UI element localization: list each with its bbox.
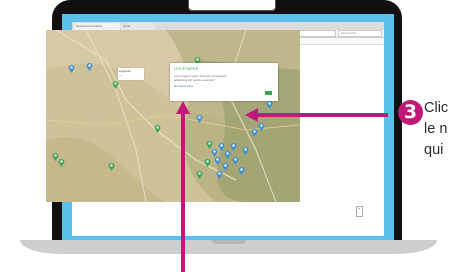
laptop-base <box>20 240 437 254</box>
map-pin[interactable] <box>258 122 265 131</box>
map-pin[interactable] <box>251 128 258 137</box>
map-pin[interactable] <box>224 150 231 159</box>
step-number-badge: 3 <box>398 100 423 125</box>
popup-link[interactable]: En savoir plus <box>174 84 274 88</box>
tab-map[interactable]: Carte <box>121 23 155 30</box>
map-pin[interactable] <box>266 100 273 109</box>
caption-line: le n <box>424 121 448 137</box>
map-pin[interactable] <box>86 62 93 71</box>
search-input[interactable]: Rechercher <box>338 30 382 37</box>
tab-active[interactable]: Découvrir la France <box>74 23 120 30</box>
map-pin[interactable] <box>222 162 229 171</box>
map-pin[interactable] <box>242 146 249 155</box>
caption-line: Clic <box>424 100 449 116</box>
annotation-arrow-vertical <box>181 112 185 272</box>
step-caption: Clic le n qui <box>424 98 448 161</box>
map-pin[interactable] <box>154 124 161 133</box>
map-pin[interactable] <box>216 170 223 179</box>
zoom-button[interactable]: + <box>356 206 363 217</box>
map-pin[interactable] <box>214 156 221 165</box>
popup-text: adipiscing elit sed do eiusmod <box>174 78 215 82</box>
map-pin[interactable] <box>196 170 203 179</box>
popup-title: LES ÉTAPES <box>174 66 199 71</box>
tab-bar: Découvrir la France Carte <box>72 22 384 30</box>
map-popup[interactable]: LES ÉTAPES Lorem ipsum dolor sit amet co… <box>170 63 278 101</box>
legend-line: — <box>119 73 122 77</box>
base-notch <box>212 240 246 244</box>
popup-badge[interactable] <box>265 91 272 95</box>
map-pin[interactable] <box>196 114 203 123</box>
camera-notch <box>188 0 276 11</box>
map-pin[interactable] <box>68 64 75 73</box>
map-pin[interactable] <box>232 156 239 165</box>
map-pin[interactable] <box>112 80 119 89</box>
map-pin[interactable] <box>238 166 245 175</box>
map-pin[interactable] <box>58 158 65 167</box>
map-pin[interactable] <box>230 142 237 151</box>
map-pin[interactable] <box>108 162 115 171</box>
map-pin[interactable] <box>204 158 211 167</box>
caption-line: qui <box>424 142 444 158</box>
annotation-arrow-horizontal <box>255 113 388 117</box>
map-legend: Légende — <box>118 68 144 80</box>
